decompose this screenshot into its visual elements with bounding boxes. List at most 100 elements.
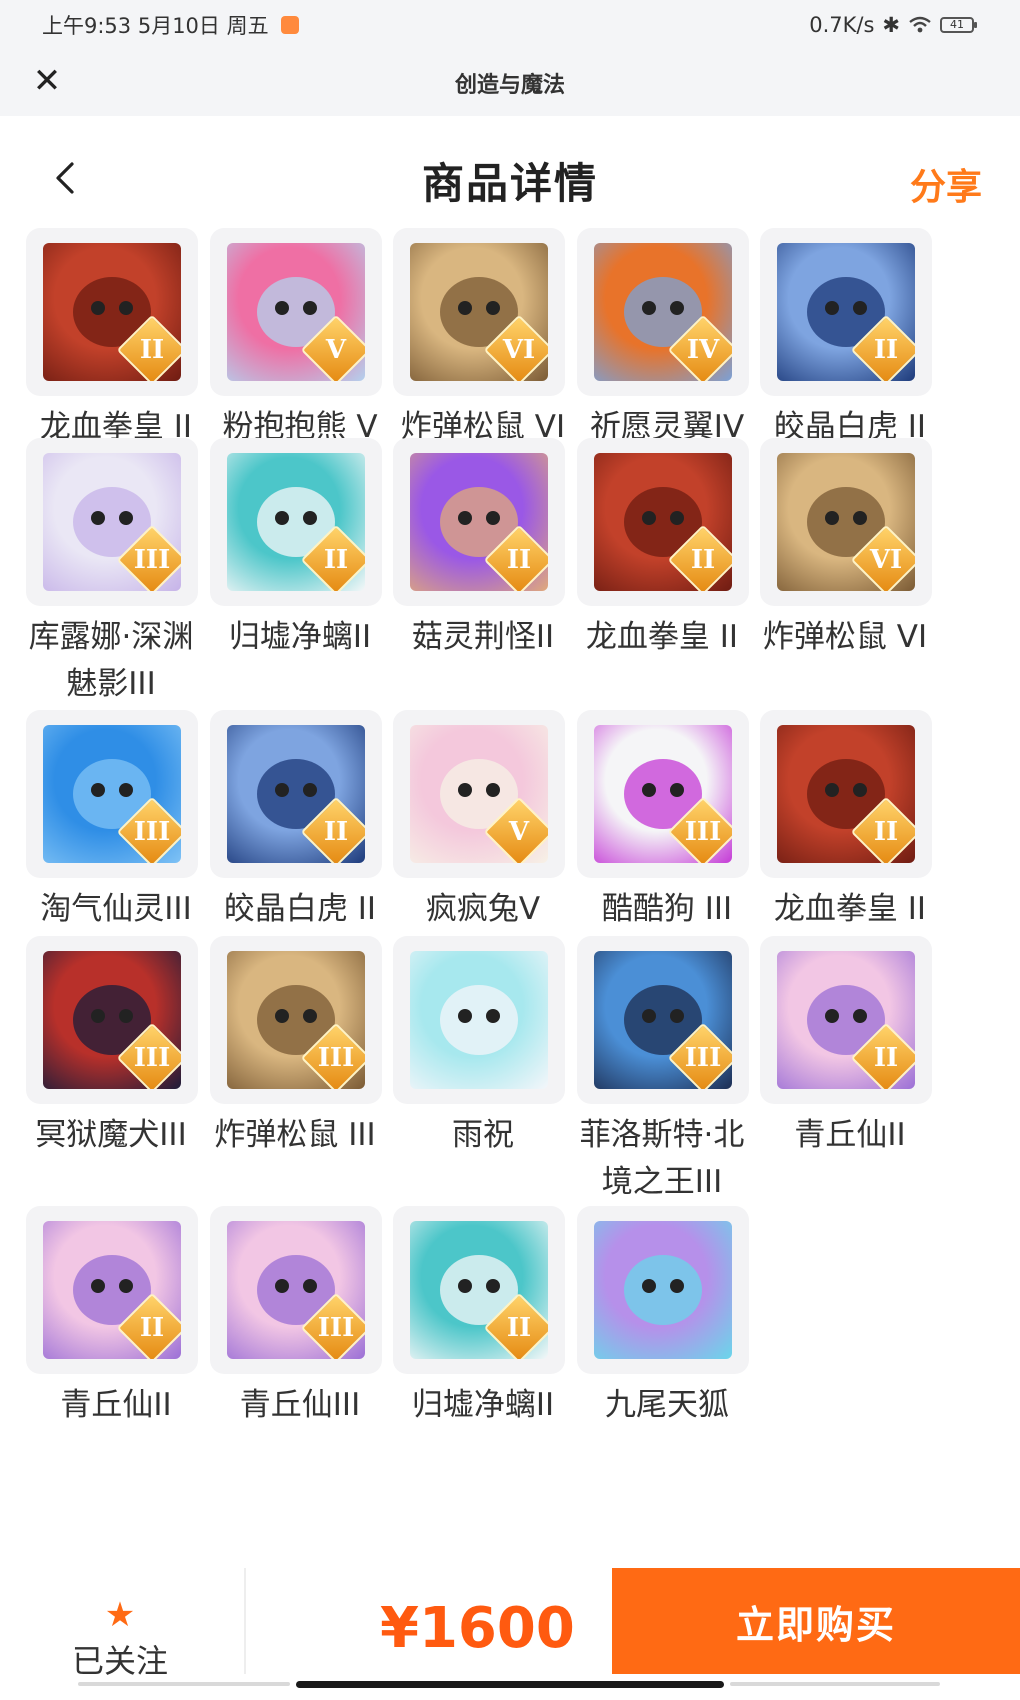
pet-image: II xyxy=(777,951,915,1089)
tier-label: III xyxy=(317,1313,355,1343)
tier-label: VI xyxy=(869,545,903,575)
pet-image: III xyxy=(43,725,181,863)
product-thumbnail[interactable]: IV xyxy=(577,228,749,396)
tier-label: II xyxy=(139,1313,165,1343)
product-name: 龙血拳皇 II xyxy=(585,619,739,655)
product-thumbnail[interactable]: III xyxy=(577,936,749,1104)
tier-label: III xyxy=(133,1043,171,1073)
network-speed: 0.7K/s xyxy=(809,13,875,37)
product-name: 炸弹松鼠 III xyxy=(214,1117,376,1153)
app-title-bar: ✕ 创造与魔法 xyxy=(0,50,1020,116)
pet-image: V xyxy=(410,725,548,863)
product-thumbnail[interactable]: II xyxy=(760,936,932,1104)
pet-image: II xyxy=(777,243,915,381)
tier-label: III xyxy=(317,1043,355,1073)
follow-button[interactable]: ★ 已关注 xyxy=(60,1598,180,1682)
pet-image: V xyxy=(227,243,365,381)
product-thumbnail[interactable]: II xyxy=(577,438,749,606)
status-bar: 上午9:53 5月10日 周五 0.7K/s ✱ 41 xyxy=(0,0,1020,50)
product-name: 菇灵荆怪II xyxy=(411,619,555,655)
product-thumbnail[interactable]: III xyxy=(210,936,382,1104)
follow-label: 已关注 xyxy=(71,1642,168,1680)
product-thumbnail[interactable]: III xyxy=(26,936,198,1104)
pet-image: III xyxy=(43,951,181,1089)
product-thumbnail[interactable]: VI xyxy=(760,438,932,606)
share-button[interactable]: 分享 xyxy=(910,158,982,210)
buy-now-button[interactable]: 立即购买 xyxy=(612,1568,1020,1674)
price: ¥1600 xyxy=(380,1596,575,1661)
tier-label: II xyxy=(873,335,899,365)
product-thumbnail[interactable]: II xyxy=(393,438,565,606)
tier-label: IV xyxy=(686,335,720,365)
product-name: 库露娜·深渊魅影III xyxy=(28,619,194,702)
pet-image: III xyxy=(227,951,365,1089)
product-name: 疯疯兔V xyxy=(425,891,541,927)
product-thumbnail[interactable]: VI xyxy=(393,228,565,396)
product-thumbnail[interactable]: II xyxy=(393,1206,565,1374)
product-thumbnail[interactable] xyxy=(577,1206,749,1374)
product-name: 九尾天狐 xyxy=(605,1387,729,1423)
product-name: 皎晶白虎 II xyxy=(223,891,377,927)
product-thumbnail[interactable]: III xyxy=(26,710,198,878)
product-name: 淘气仙灵III xyxy=(40,891,192,927)
tier-label: II xyxy=(323,817,349,847)
tier-label: II xyxy=(873,817,899,847)
pet-image: III xyxy=(43,453,181,591)
product-thumbnail[interactable]: II xyxy=(26,1206,198,1374)
tier-label: III xyxy=(684,817,722,847)
product-name: 炸弹松鼠 VI xyxy=(762,619,928,655)
pet-image: IV xyxy=(594,243,732,381)
product-thumbnail[interactable]: III xyxy=(577,710,749,878)
pet-image xyxy=(594,1221,732,1359)
pet-image: II xyxy=(777,725,915,863)
bluetooth-icon: ✱ xyxy=(882,13,900,37)
product-name: 归墟净螭II xyxy=(228,619,372,655)
product-thumbnail[interactable]: V xyxy=(210,228,382,396)
product-thumbnail[interactable]: II xyxy=(210,710,382,878)
page-header: 商品详情 分享 xyxy=(0,116,1020,244)
product-name: 冥狱魔犬III xyxy=(35,1117,187,1153)
product-thumbnail[interactable]: II xyxy=(760,710,932,878)
pet-image: II xyxy=(594,453,732,591)
wifi-icon xyxy=(909,16,931,33)
product-name: 青丘仙II xyxy=(60,1387,172,1423)
nav-bar-left xyxy=(78,1682,290,1686)
pet-image xyxy=(410,951,548,1089)
tier-label: III xyxy=(133,817,171,847)
tier-label: II xyxy=(506,545,532,575)
product-name: 青丘仙II xyxy=(794,1117,906,1153)
tier-label: II xyxy=(690,545,716,575)
pet-image: VI xyxy=(410,243,548,381)
pet-image: II xyxy=(227,453,365,591)
home-indicator[interactable] xyxy=(296,1681,724,1688)
star-icon: ★ xyxy=(104,1595,136,1635)
product-thumbnail[interactable] xyxy=(393,936,565,1104)
chevron-left-icon[interactable] xyxy=(46,156,86,200)
pet-image: VI xyxy=(777,453,915,591)
product-name: 雨祝 xyxy=(452,1117,514,1153)
pet-image: II xyxy=(410,453,548,591)
tier-label: III xyxy=(133,545,171,575)
product-thumbnail[interactable]: III xyxy=(210,1206,382,1374)
tier-label: VI xyxy=(502,335,536,365)
product-thumbnail[interactable]: II xyxy=(210,438,382,606)
pet-image: III xyxy=(227,1221,365,1359)
tier-label: V xyxy=(508,817,530,847)
nav-bar-right xyxy=(730,1682,940,1686)
product-thumbnail[interactable]: III xyxy=(26,438,198,606)
close-icon[interactable]: ✕ xyxy=(30,64,64,98)
pet-image: II xyxy=(227,725,365,863)
product-thumbnail[interactable]: II xyxy=(26,228,198,396)
product-name: 酷酷狗 III xyxy=(601,891,733,927)
pet-image: II xyxy=(43,243,181,381)
pet-image: III xyxy=(594,725,732,863)
pet-image: II xyxy=(43,1221,181,1359)
product-thumbnail[interactable]: V xyxy=(393,710,565,878)
product-thumbnail[interactable]: II xyxy=(760,228,932,396)
tier-label: V xyxy=(325,335,347,365)
page-title: 商品详情 xyxy=(421,158,598,208)
divider xyxy=(244,1568,246,1674)
tier-label: II xyxy=(139,335,165,365)
status-right: 0.7K/s ✱ 41 xyxy=(809,13,977,37)
product-name: 归墟净螭II xyxy=(411,1387,555,1423)
